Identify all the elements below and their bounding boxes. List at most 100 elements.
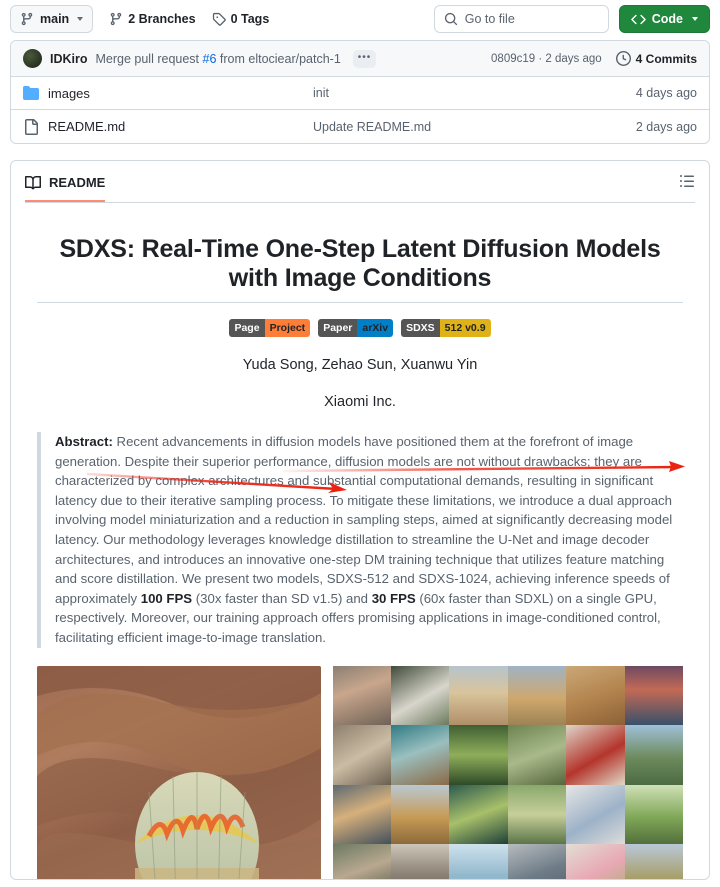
- grid-cell: [332, 844, 391, 879]
- history-icon: [615, 51, 631, 66]
- grid-cell: [624, 725, 683, 785]
- file-commit-time: 2 days ago: [635, 119, 697, 134]
- badge-sdxs-version[interactable]: SDXS 512 v0.9: [401, 319, 491, 337]
- avatar[interactable]: [23, 49, 42, 68]
- code-icon: [630, 14, 646, 24]
- branch-icon: [110, 12, 122, 26]
- branches-count: 2 Branches: [128, 12, 196, 26]
- commit-author[interactable]: IDKiro: [50, 52, 88, 66]
- samples-grid-figure[interactable]: [332, 665, 683, 879]
- chevron-down-icon: [692, 17, 698, 21]
- balloon-image: [37, 665, 321, 879]
- badge-row: Page Project Paper arXiv SDXS 512 v0.9: [37, 319, 683, 337]
- abstract-fps-100: 100 FPS: [140, 590, 193, 606]
- badge-project[interactable]: Page Project: [229, 319, 311, 337]
- balloon-figure[interactable]: [37, 665, 321, 879]
- commit-hash-time[interactable]: 0809c19 · 2 days ago: [491, 53, 602, 65]
- repo-meta: 2 Branches 0 Tags: [109, 12, 269, 26]
- branch-selector[interactable]: main: [10, 5, 94, 33]
- outline-toggle-button[interactable]: [679, 173, 695, 203]
- grid-cell: [507, 844, 567, 879]
- file-browser: IDKiro Merge pull request #6 from eltoci…: [10, 40, 710, 144]
- grid-cell: [449, 725, 508, 785]
- search-icon: [444, 12, 457, 26]
- go-to-file-input[interactable]: Go to file: [433, 5, 609, 33]
- commit-meta: 0809c19 · 2 days ago 4 Commits: [491, 51, 697, 66]
- grid-cell: [566, 725, 625, 785]
- tab-readme[interactable]: README: [25, 175, 106, 202]
- figure-row: [37, 665, 683, 879]
- commit-message-post: from eltociear/patch-1: [216, 51, 341, 66]
- grid-cell: [332, 665, 391, 726]
- grid-cell: [566, 784, 625, 845]
- badge-sdxs-right: 512 v0.9: [439, 319, 491, 337]
- grid-cell: [624, 784, 683, 845]
- page-title: SDXS: Real-Time One-Step Latent Diffusio…: [37, 235, 683, 303]
- file-name-cell: README.md: [23, 118, 313, 135]
- code-button[interactable]: Code: [618, 5, 710, 33]
- pull-request-link[interactable]: #6: [203, 52, 217, 66]
- list-unordered-icon: [680, 175, 694, 187]
- code-button-label: Code: [651, 12, 683, 26]
- file-commit-message[interactable]: Update README.md: [313, 120, 636, 134]
- branch-icon: [21, 12, 33, 26]
- affiliation-line: Xiaomi Inc.: [324, 394, 396, 410]
- table-row[interactable]: README.md Update README.md 2 days ago: [11, 110, 709, 143]
- file-icon: [25, 118, 38, 135]
- branch-name: main: [40, 12, 70, 26]
- commits-count-link[interactable]: 4 Commits: [615, 51, 697, 66]
- file-name[interactable]: README.md: [48, 119, 125, 134]
- repository-page: main 2 Branches 0 Tags Go to file Code I…: [0, 0, 720, 887]
- file-commit-time: 4 days ago: [635, 86, 697, 100]
- commit-message-pre: Merge pull request: [95, 51, 203, 66]
- abstract-label: Abstract:: [55, 434, 113, 449]
- file-name-cell: images: [23, 85, 313, 101]
- grid-cell: [624, 844, 683, 879]
- commit-message[interactable]: Merge pull request #6 from eltociear/pat…: [96, 52, 341, 66]
- authors-line: Yuda Song, Zehao Sun, Xuanwu Yin: [242, 357, 478, 373]
- branches-link[interactable]: 2 Branches: [109, 12, 196, 26]
- tags-link[interactable]: 0 Tags: [212, 12, 270, 26]
- grid-cell: [566, 665, 625, 726]
- readme-header: README: [11, 161, 709, 203]
- grid-cell: [624, 665, 683, 726]
- grid-cell: [390, 784, 450, 845]
- chevron-down-icon: [77, 17, 84, 21]
- abstract-blockquote: Abstract: Recent advancements in diffusi…: [37, 432, 685, 648]
- grid-cell: [507, 725, 567, 785]
- tag-icon: [212, 12, 226, 26]
- badge-arxiv[interactable]: Paper arXiv: [318, 319, 394, 337]
- grid-cell: [507, 665, 567, 726]
- grid-cell: [390, 665, 450, 726]
- table-row[interactable]: images init 4 days ago: [11, 77, 709, 110]
- badge-arxiv-left: Paper: [318, 319, 358, 337]
- badge-project-right: Project: [264, 319, 311, 337]
- latest-commit-bar: IDKiro Merge pull request #6 from eltoci…: [11, 41, 709, 77]
- badge-sdxs-left: SDXS: [401, 319, 440, 337]
- file-name[interactable]: images: [48, 86, 90, 101]
- grid-cell: [332, 725, 391, 785]
- abstract-fps-30: 30 FPS: [371, 590, 416, 606]
- tab-readme-label: README: [49, 175, 106, 190]
- grid-cell: [566, 844, 625, 879]
- commits-count-label: 4 Commits: [635, 51, 697, 66]
- grid-cell: [449, 784, 508, 845]
- grid-cell: [449, 844, 508, 879]
- grid-cell: [449, 665, 508, 726]
- book-icon: [25, 175, 41, 189]
- commit-details-toggle[interactable]: •••: [352, 49, 377, 68]
- file-commit-message[interactable]: init: [313, 86, 636, 100]
- tags-count: 0 Tags: [230, 12, 270, 26]
- readme-content: SDXS: Real-Time One-Step Latent Diffusio…: [11, 203, 709, 879]
- folder-icon: [23, 86, 39, 100]
- grid-cell: [332, 784, 391, 845]
- divider: [25, 202, 695, 203]
- repo-toolbar: main 2 Branches 0 Tags Go to file Code: [0, 0, 720, 40]
- badge-project-left: Page: [229, 319, 265, 337]
- abstract-part-1: Recent advancements in diffusion models …: [55, 434, 673, 606]
- abstract-part-2: (30x faster than SD v1.5) and: [192, 590, 372, 606]
- grid-cell: [390, 844, 450, 879]
- grid-cell: [507, 784, 567, 845]
- badge-arxiv-right: arXiv: [357, 319, 394, 337]
- grid-cell: [390, 725, 450, 785]
